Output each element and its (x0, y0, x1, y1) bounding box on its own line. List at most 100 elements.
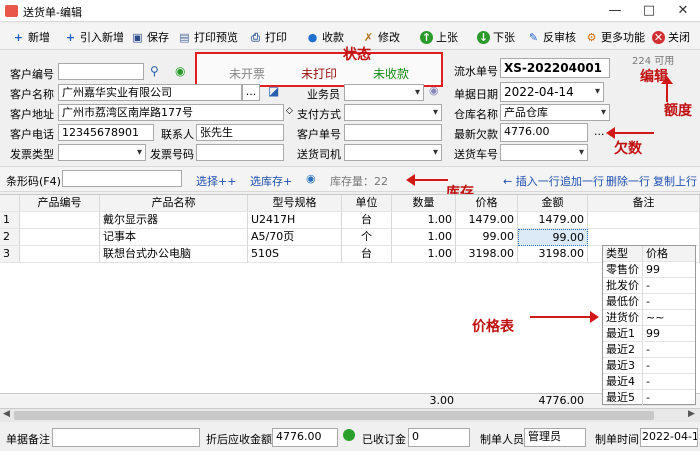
table-cell[interactable]: U2417H (248, 212, 342, 229)
col-header[interactable]: 型号规格 (248, 195, 342, 212)
table-cell[interactable]: 记事本 (100, 229, 248, 246)
price-row[interactable]: 进货价 ~~ (603, 310, 695, 326)
more-functions-button[interactable]: ⚙ 更多功能 (585, 28, 645, 46)
price-row[interactable]: 批发价 - (603, 278, 695, 294)
table-cell[interactable]: 戴尔显示器 (100, 212, 248, 229)
customer-code-label: 客户编号 (10, 68, 54, 81)
customer-order-label: 客户单号 (297, 128, 341, 141)
col-header[interactable]: 金额 (518, 195, 588, 212)
scroll-thumb[interactable] (14, 411, 654, 420)
table-cell[interactable]: 个 (342, 229, 392, 246)
table-cell[interactable] (20, 212, 100, 229)
serial-field[interactable]: XS-202204001 (500, 58, 610, 78)
minimize-icon[interactable]: — (598, 0, 632, 22)
table-cell[interactable]: 1.00 (392, 229, 456, 246)
scroll-right-icon[interactable]: ▶ (688, 409, 695, 419)
select-stock-link[interactable]: 选库存+ (250, 173, 292, 189)
customer-name-field[interactable]: 广州嘉华实业有限公司 (58, 84, 242, 101)
arrow-up-icon: ↑ (420, 30, 433, 44)
arrow-up-marker (661, 76, 673, 84)
customer-phone-field[interactable]: 12345678901 (58, 124, 154, 141)
pay-method-select[interactable] (344, 104, 442, 121)
append-row-button[interactable]: 追加一行 (560, 173, 604, 189)
app-icon (5, 5, 18, 17)
lookup-icon[interactable]: ◪ (268, 84, 279, 98)
search-icon[interactable]: ⚲ (150, 64, 159, 78)
table-cell[interactable] (588, 212, 700, 229)
select-link[interactable]: 选择++ (196, 173, 236, 189)
table-cell[interactable]: 99.00 (456, 229, 518, 246)
discount-label: 折后应收金额 (206, 433, 272, 446)
globe-icon[interactable]: ◉ (175, 64, 185, 78)
remark-label: 单据备注 (6, 433, 50, 446)
table-cell[interactable]: 台 (342, 212, 392, 229)
vehicle-label: 送货车号 (454, 148, 498, 161)
barcode-input[interactable] (62, 170, 182, 187)
remark-field[interactable] (52, 428, 200, 447)
invoice-no-field[interactable] (196, 144, 284, 161)
invoice-type-select[interactable] (58, 144, 146, 161)
table-cell[interactable] (20, 246, 100, 263)
annotation-price-table: 价格表 (472, 319, 514, 335)
col-header[interactable]: 数量 (392, 195, 456, 212)
price-row[interactable]: 最近1 99 (603, 326, 695, 342)
driver-select[interactable] (344, 144, 442, 161)
maximize-icon[interactable]: □ (632, 0, 666, 22)
table-cell[interactable]: A5/70页 (248, 229, 342, 246)
salesman-select[interactable] (344, 84, 424, 101)
col-header[interactable]: 单位 (342, 195, 392, 212)
delete-row-button[interactable]: 删除一行 (606, 173, 650, 189)
date-picker[interactable]: 2022-04-14 (500, 82, 604, 102)
table-cell[interactable]: 联想台式办公电脑 (100, 246, 248, 263)
contact-field[interactable]: 张先生 (196, 124, 284, 141)
price-row[interactable]: 零售价 99 (603, 262, 695, 278)
diamond-icon: ◇ (286, 106, 293, 116)
table-cell[interactable]: 510S (248, 246, 342, 263)
price-row[interactable]: 最低价 - (603, 294, 695, 310)
price-row[interactable]: 最近3- (603, 358, 695, 374)
import-new-button[interactable]: + 引入新增 (64, 28, 124, 46)
save-button[interactable]: ▣ 保存 (131, 28, 169, 46)
previous-button[interactable]: ↑ 上张 (420, 28, 458, 46)
scroll-left-icon[interactable]: ◀ (3, 409, 10, 419)
table-cell[interactable] (20, 229, 100, 246)
close-window-icon[interactable]: ✕ (666, 0, 700, 22)
debt-picker-button[interactable]: ... (594, 125, 605, 138)
warehouse-select[interactable]: 产品仓库 (500, 104, 610, 121)
table-cell[interactable]: 1.00 (392, 212, 456, 229)
table-cell[interactable]: 3198.00 (518, 246, 588, 263)
people-icon[interactable]: ◉ (429, 84, 439, 97)
table-cell[interactable] (588, 229, 700, 246)
customer-picker-button[interactable]: ... (242, 84, 260, 101)
next-button[interactable]: ↓ 下张 (477, 28, 515, 46)
price-row[interactable]: 最近5- (603, 390, 695, 406)
customer-code-field[interactable] (58, 63, 144, 80)
table-cell[interactable]: 台 (342, 246, 392, 263)
vehicle-select[interactable] (500, 144, 588, 161)
col-header[interactable]: 产品名称 (100, 195, 248, 212)
table-cell[interactable]: 1479.00 (518, 212, 588, 229)
customer-address-field[interactable]: 广州市荔湾区南岸路177号 (58, 104, 284, 121)
receive-payment-button[interactable]: ● 收款 (306, 28, 344, 46)
close-button[interactable]: ✕ 关闭 (652, 28, 690, 46)
selected-table-cell[interactable]: 99.00 (518, 229, 588, 246)
table-cell[interactable]: 3198.00 (456, 246, 518, 263)
col-header[interactable]: 备注 (588, 195, 700, 212)
price-row[interactable]: 最近2- (603, 342, 695, 358)
contact-label: 联系人 (161, 128, 194, 141)
horizontal-scrollbar[interactable]: ◀ ▶ (0, 408, 700, 422)
copy-row-button[interactable]: 复制上行 (653, 173, 697, 189)
tools-icon: ✗ (363, 30, 374, 44)
customer-order-field[interactable] (344, 124, 442, 141)
unapprove-button[interactable]: ✎ 反审核 (527, 28, 576, 46)
print-button[interactable]: ⎙ 打印 (249, 28, 287, 46)
col-header[interactable]: 价格 (456, 195, 518, 212)
new-button[interactable]: + 新增 (12, 28, 50, 46)
insert-row-button[interactable]: ← 插入一行 (503, 173, 560, 189)
col-header[interactable]: 产品编号 (20, 195, 100, 212)
table-cell[interactable]: 1479.00 (456, 212, 518, 229)
received-field[interactable]: 0 (408, 428, 470, 447)
table-cell[interactable]: 1.00 (392, 246, 456, 263)
price-row[interactable]: 最近4- (603, 374, 695, 390)
print-preview-button[interactable]: ▤ 打印预览 (178, 28, 238, 46)
